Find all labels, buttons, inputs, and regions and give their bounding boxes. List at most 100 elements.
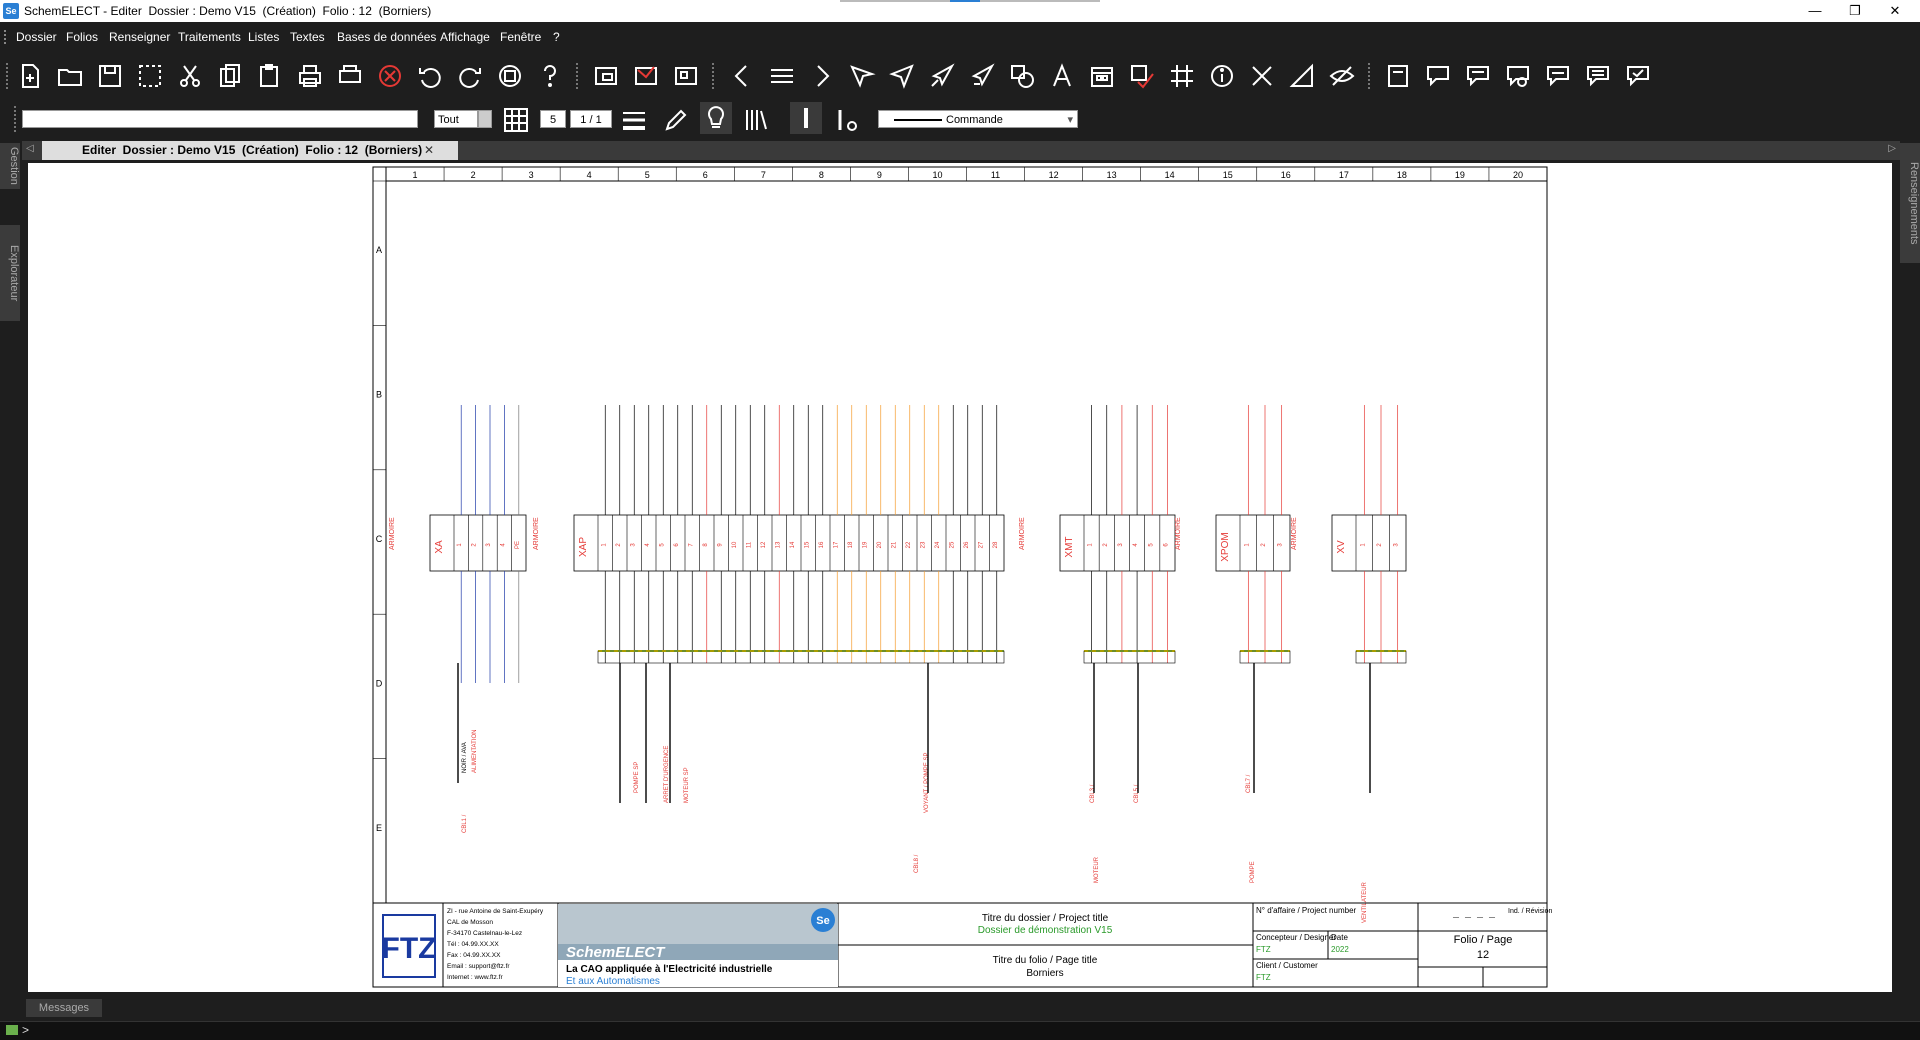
save-icon[interactable] [94, 60, 126, 92]
grid-icon[interactable] [500, 104, 532, 136]
menu-icon[interactable] [766, 60, 798, 92]
print-icon[interactable] [294, 60, 326, 92]
info-icon[interactable] [1206, 60, 1238, 92]
cursor-icon[interactable] [846, 60, 878, 92]
tab-right-arrow-icon[interactable]: ▷ [1888, 143, 1896, 154]
strip-id: XPOM [1220, 532, 1231, 561]
secondary-toolbar: Tout 5 1 / 1 Commande ▾ [0, 98, 1920, 140]
cable-label: MOTEUR SP [684, 767, 690, 803]
cut-icon[interactable] [174, 60, 206, 92]
search-input[interactable] [22, 110, 418, 128]
comment-add-icon[interactable] [1422, 60, 1454, 92]
line-thickness-icon[interactable] [618, 104, 650, 136]
pdf-icon[interactable] [334, 60, 366, 92]
filter-dropdown-button[interactable] [478, 110, 492, 128]
column-number: 14 [1165, 170, 1175, 180]
column-number: 4 [587, 170, 592, 180]
menu-listes[interactable]: Listes [248, 30, 279, 44]
page-number-input[interactable]: 5 [540, 110, 566, 128]
tab-left-arrow-icon[interactable]: ◁ [26, 143, 34, 154]
prev-icon[interactable] [726, 60, 758, 92]
minimize-button[interactable]: — [1795, 1, 1835, 21]
mail-icon[interactable] [630, 60, 662, 92]
toolbar-separator [1368, 63, 1370, 89]
tab-document[interactable]: Editer Dossier : Demo V15 (Création) Fol… [42, 141, 458, 160]
borne-number: 22 [906, 541, 912, 548]
date-value: 2022 [1331, 945, 1349, 954]
schematic-sheet[interactable]: 1 2 3 4 5 6 7 8 9 10 11 12 13 14 15 16 17 18 19 20 ABCDE AR… [28, 163, 1892, 992]
menu-traitements[interactable]: Traitements [178, 30, 241, 44]
shapes-icon[interactable] [1006, 60, 1038, 92]
strip-id: XAP [578, 537, 589, 557]
column-number: 10 [932, 170, 942, 180]
comment-check-icon[interactable] [1622, 60, 1654, 92]
check-icon[interactable] [1126, 60, 1158, 92]
library-icon[interactable] [740, 104, 772, 136]
comment-list-icon[interactable] [1582, 60, 1614, 92]
cancel-icon[interactable] [374, 60, 406, 92]
menu-renseigner[interactable]: Renseigner [109, 30, 170, 44]
menu-dossier[interactable]: Dossier [16, 30, 57, 44]
bulb-icon[interactable] [700, 102, 732, 134]
wire-tool-icon[interactable] [790, 102, 822, 134]
menu-bases-de-donnees[interactable]: Bases de données [337, 30, 436, 44]
menu-grip [4, 30, 6, 44]
window-icon[interactable] [590, 60, 622, 92]
open-folder-icon[interactable] [54, 60, 86, 92]
paste-icon[interactable] [254, 60, 286, 92]
menu-affichage[interactable]: Affichage [440, 30, 490, 44]
drawing-canvas[interactable]: 1 2 3 4 5 6 7 8 9 10 11 12 13 14 15 16 17 18 19 20 ABCDE AR… [28, 163, 1892, 992]
side-tab-gestion[interactable]: Gestion [0, 143, 20, 189]
pencil-icon[interactable] [660, 104, 692, 136]
command-line[interactable] [0, 1021, 1920, 1040]
ruler-icon[interactable] [1286, 60, 1318, 92]
maximize-button[interactable]: ❐ [1835, 1, 1875, 21]
filter-select[interactable]: Tout [434, 110, 478, 128]
column-number: 6 [703, 170, 708, 180]
copy-icon[interactable] [214, 60, 246, 92]
borne-number: 21 [891, 541, 897, 548]
close-tab-icon[interactable]: ✕ [424, 141, 434, 160]
comment-gear-icon[interactable] [1502, 60, 1534, 92]
stop-icon[interactable] [494, 60, 526, 92]
revision-label: Ind. / Révision [1508, 908, 1552, 915]
cable-label: ALIMENTATION [472, 730, 478, 773]
folio-page-value: 12 [1477, 949, 1489, 961]
line-type-select[interactable]: Commande ▾ [878, 110, 1078, 128]
menu-help[interactable]: ? [553, 30, 560, 44]
cross-icon[interactable] [1246, 60, 1278, 92]
plane-icon[interactable] [926, 60, 958, 92]
cable-label: CBL7 / [1246, 774, 1252, 793]
side-tab-explorateur[interactable]: Explorateur [0, 225, 20, 321]
armoire-label: ARMOIRE [533, 517, 540, 550]
plane2-icon[interactable] [966, 60, 998, 92]
close-window-button[interactable]: ✕ [1875, 1, 1915, 21]
export-icon[interactable] [670, 60, 702, 92]
comment-edit-icon[interactable] [1462, 60, 1494, 92]
comment-delete-icon[interactable] [1542, 60, 1574, 92]
chevron-down-icon[interactable]: ▾ [1067, 111, 1073, 129]
menu-textes[interactable]: Textes [290, 30, 325, 44]
menu-folios[interactable]: Folios [66, 30, 98, 44]
row-letter: A [376, 245, 382, 255]
panel-icon[interactable] [1382, 60, 1414, 92]
client-value: FTZ [1256, 973, 1271, 982]
arrow-icon[interactable] [886, 60, 918, 92]
calendar-icon[interactable] [1086, 60, 1118, 92]
menu-fenetre[interactable]: Fenêtre [500, 30, 541, 44]
redo-icon[interactable] [454, 60, 486, 92]
strip-id: XMT [1064, 536, 1075, 557]
next-icon[interactable] [806, 60, 838, 92]
grid-hash-icon[interactable] [1166, 60, 1198, 92]
select-icon[interactable] [134, 60, 166, 92]
status-bar: Messages > [0, 995, 1920, 1040]
hide-icon[interactable] [1326, 60, 1358, 92]
column-number: 13 [1107, 170, 1117, 180]
messages-tab[interactable]: Messages [26, 999, 102, 1017]
wire-settings-icon[interactable] [830, 104, 862, 136]
help-icon[interactable] [534, 60, 566, 92]
text-icon[interactable] [1046, 60, 1078, 92]
new-file-icon[interactable] [14, 60, 46, 92]
side-tab-renseignements[interactable]: Renseignements [1900, 143, 1920, 263]
undo-icon[interactable] [414, 60, 446, 92]
